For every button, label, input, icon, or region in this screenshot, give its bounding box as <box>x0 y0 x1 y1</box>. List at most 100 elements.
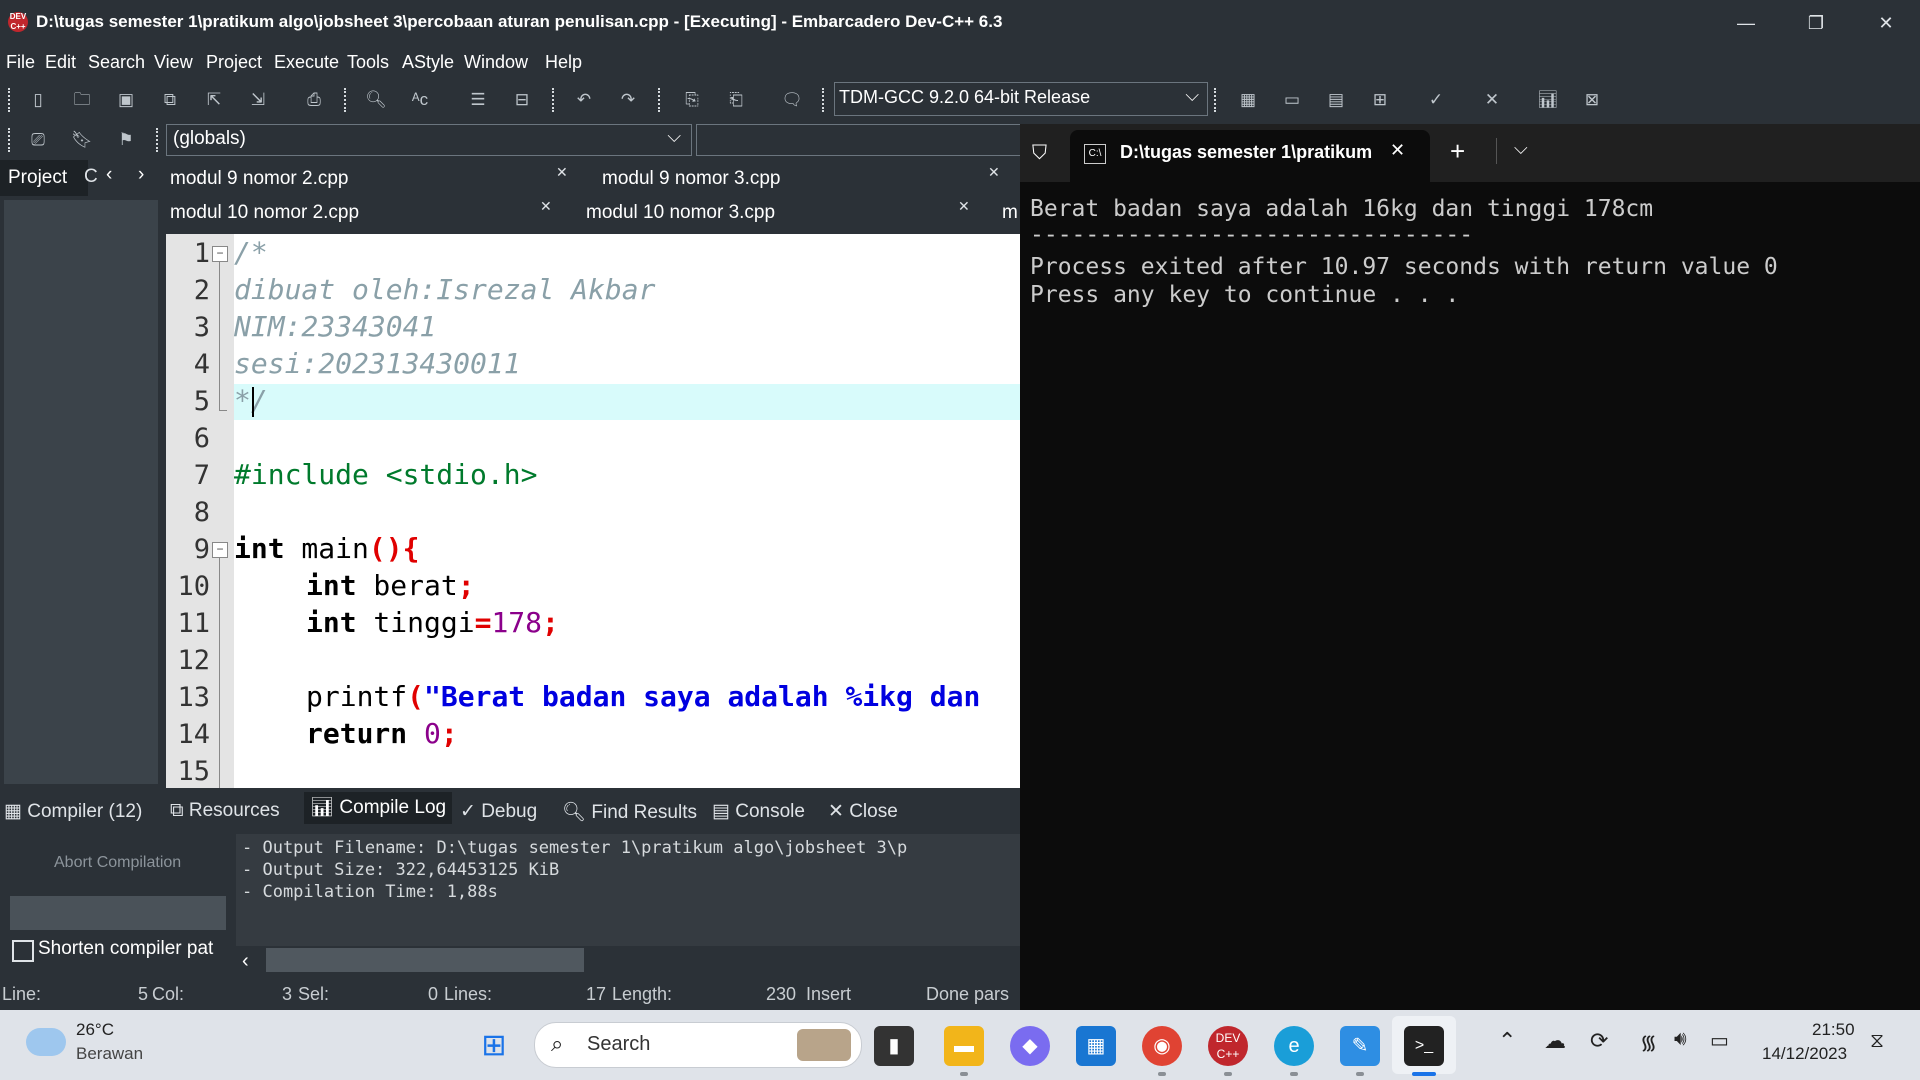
scrollbar-thumb[interactable] <box>266 948 584 972</box>
comment-icon[interactable]: 🗨︎ <box>780 88 804 112</box>
chevron-up-icon[interactable]: ⌃ <box>1498 1028 1516 1054</box>
windows-start-icon[interactable]: ⊞ <box>474 1026 514 1066</box>
cloud-icon[interactable] <box>26 1028 66 1056</box>
minimize-button[interactable]: — <box>1726 8 1766 38</box>
scope-dropdown[interactable]: (globals) ⌵ <box>166 124 692 156</box>
find-icon[interactable]: 🔍︎ <box>364 88 388 112</box>
restore-button[interactable]: ❐ <box>1796 8 1836 38</box>
abort-compilation-button[interactable]: Abort Compilation <box>54 854 181 872</box>
project-tree[interactable] <box>4 200 158 784</box>
toolbar-grip[interactable] <box>8 128 14 152</box>
wifi-icon[interactable]: ᯾ <box>1640 1028 1657 1055</box>
close-button[interactable]: ✕ <box>1866 8 1906 38</box>
tab-close[interactable]: ✕ Close <box>828 800 898 823</box>
devcpp-taskbar-icon[interactable]: DEV C++ <box>1208 1026 1248 1066</box>
onedrive-icon[interactable]: ☁ <box>1544 1028 1566 1054</box>
close-all-icon[interactable]: ⇲ <box>246 88 270 112</box>
chevron-right-icon[interactable]: › <box>138 164 144 186</box>
compile-log[interactable]: - Output Filename: D:\tugas semester 1\p… <box>236 834 1020 946</box>
remove-project-icon[interactable]: ⎗ <box>724 88 748 112</box>
battery-icon[interactable]: ▭ <box>1710 1028 1729 1053</box>
code-editor[interactable]: 1 2 3 4 5 6 7 8 9 10 11 12 13 14 15 − − … <box>166 234 1020 788</box>
redo-icon[interactable]: ↷ <box>616 88 640 112</box>
menu-file[interactable]: File <box>6 52 35 73</box>
clock-date[interactable]: 14/12/2023 <box>1762 1044 1847 1064</box>
store-icon[interactable]: ▦ <box>1076 1026 1116 1066</box>
tab-modul-9-nomor-3[interactable]: modul 9 nomor 3.cpp <box>602 168 781 190</box>
fold-toggle-icon[interactable]: − <box>212 542 228 558</box>
undo-icon[interactable]: ↶ <box>572 88 596 112</box>
unindent-icon[interactable]: ⊟ <box>510 88 534 112</box>
tab-resources[interactable]: ⧉ Resources <box>170 800 280 822</box>
task-view-icon[interactable]: ▮ <box>874 1026 914 1066</box>
weather-desc[interactable]: Berawan <box>76 1044 143 1064</box>
replace-icon[interactable]: ᴬc <box>408 88 432 112</box>
menu-execute[interactable]: Execute <box>274 52 339 73</box>
close-icon[interactable]: ✕ <box>1390 140 1405 161</box>
tab-modul-10-nomor-3[interactable]: modul 10 nomor 3.cpp <box>586 202 775 224</box>
tab-compile-log[interactable]: 📊︎ Compile Log <box>304 792 453 824</box>
chevron-left-icon[interactable]: ‹ <box>106 164 112 186</box>
clean-icon[interactable]: ⊠ <box>1580 88 1604 112</box>
layout-grid-icon[interactable]: ▦ <box>1236 88 1260 112</box>
close-file-icon[interactable]: ⇱ <box>202 88 226 112</box>
paint-icon[interactable]: ✎ <box>1340 1026 1380 1066</box>
window-icon[interactable]: ▭ <box>1280 88 1304 112</box>
insert-icon[interactable]: ⎚ <box>26 128 50 152</box>
close-icon[interactable]: ✕ <box>556 164 568 181</box>
save-all-icon[interactable]: ⧉ <box>158 88 182 112</box>
menu-window[interactable]: Window <box>464 52 528 73</box>
tab-modul-10-nomor-2[interactable]: modul 10 nomor 2.cpp <box>170 202 359 224</box>
tab-modul-9-nomor-2[interactable]: modul 9 nomor 2.cpp <box>170 168 349 190</box>
save-icon[interactable]: ▣ <box>114 88 138 112</box>
menu-tools[interactable]: Tools <box>347 52 389 73</box>
terminal-tab[interactable]: C:\ D:\tugas semester 1\pratikum ✕ <box>1070 130 1430 182</box>
stop-icon[interactable]: ✕ <box>1480 88 1504 112</box>
close-icon[interactable]: ✕ <box>988 164 1000 181</box>
tiles-icon[interactable]: ⊞ <box>1368 88 1392 112</box>
tab-console[interactable]: ▤ Console <box>712 800 805 823</box>
compile-check-icon[interactable]: ✓ <box>1424 88 1448 112</box>
terminal-taskbar-icon[interactable]: >_ <box>1404 1026 1444 1066</box>
search-box[interactable]: ⌕ Search <box>534 1022 862 1068</box>
close-icon[interactable]: ✕ <box>958 198 970 215</box>
new-project-icon[interactable]: ⎘ <box>680 88 704 112</box>
compiler-dropdown[interactable]: TDM-GCC 9.2.0 64-bit Release ⌵ <box>834 82 1208 116</box>
chart-icon[interactable]: 📊︎ <box>1536 88 1560 112</box>
sync-icon[interactable]: ⟳ <box>1590 1028 1608 1054</box>
tab-project[interactable]: Project <box>0 160 88 196</box>
function-dropdown[interactable] <box>696 124 1022 156</box>
menu-help[interactable]: Help <box>545 52 582 73</box>
tab-debug[interactable]: ✓ Debug <box>460 800 537 823</box>
menu-astyle[interactable]: AStyle <box>402 52 454 73</box>
new-tab-icon[interactable]: + <box>1450 136 1465 167</box>
copilot-icon[interactable]: ◆ <box>1010 1026 1050 1066</box>
tab-classes[interactable]: C <box>84 166 98 188</box>
notification-icon[interactable]: ⧖ <box>1870 1030 1884 1053</box>
menu-edit[interactable]: Edit <box>45 52 76 73</box>
chevron-left-icon[interactable]: ‹ <box>242 950 249 973</box>
indent-icon[interactable]: ☰ <box>466 88 490 112</box>
menu-view[interactable]: View <box>154 52 193 73</box>
horizontal-scrollbar[interactable]: ‹ <box>236 946 1020 980</box>
tab-truncated[interactable]: m <box>1002 202 1018 224</box>
menu-search[interactable]: Search <box>88 52 145 73</box>
clock-time[interactable]: 21:50 <box>1812 1020 1855 1040</box>
bookmark-icon[interactable]: 🔖︎ <box>70 128 94 152</box>
shorten-checkbox[interactable] <box>12 940 34 962</box>
weather-temp[interactable]: 26°C <box>76 1020 114 1040</box>
goto-bookmark-icon[interactable]: ⚑ <box>114 128 138 152</box>
tab-find-results[interactable]: 🔍︎ Find Results <box>562 800 697 824</box>
volume-icon[interactable]: 🔊︎ <box>1674 1028 1687 1051</box>
file-explorer-icon[interactable]: ▬ <box>944 1026 984 1066</box>
tab-compiler[interactable]: ▦ Compiler (12) <box>4 800 142 823</box>
fold-toggle-icon[interactable]: − <box>212 246 228 262</box>
new-file-icon[interactable]: ▯ <box>26 88 50 112</box>
close-icon[interactable]: ✕ <box>540 198 552 215</box>
calendar-icon[interactable]: ▤ <box>1324 88 1348 112</box>
menu-project[interactable]: Project <box>206 52 262 73</box>
chrome-icon[interactable]: ◉ <box>1142 1026 1182 1066</box>
edge-icon[interactable]: e <box>1274 1026 1314 1066</box>
chevron-down-icon[interactable]: ⌵ <box>1514 138 1528 159</box>
print-icon[interactable]: ⎙ <box>302 88 326 112</box>
